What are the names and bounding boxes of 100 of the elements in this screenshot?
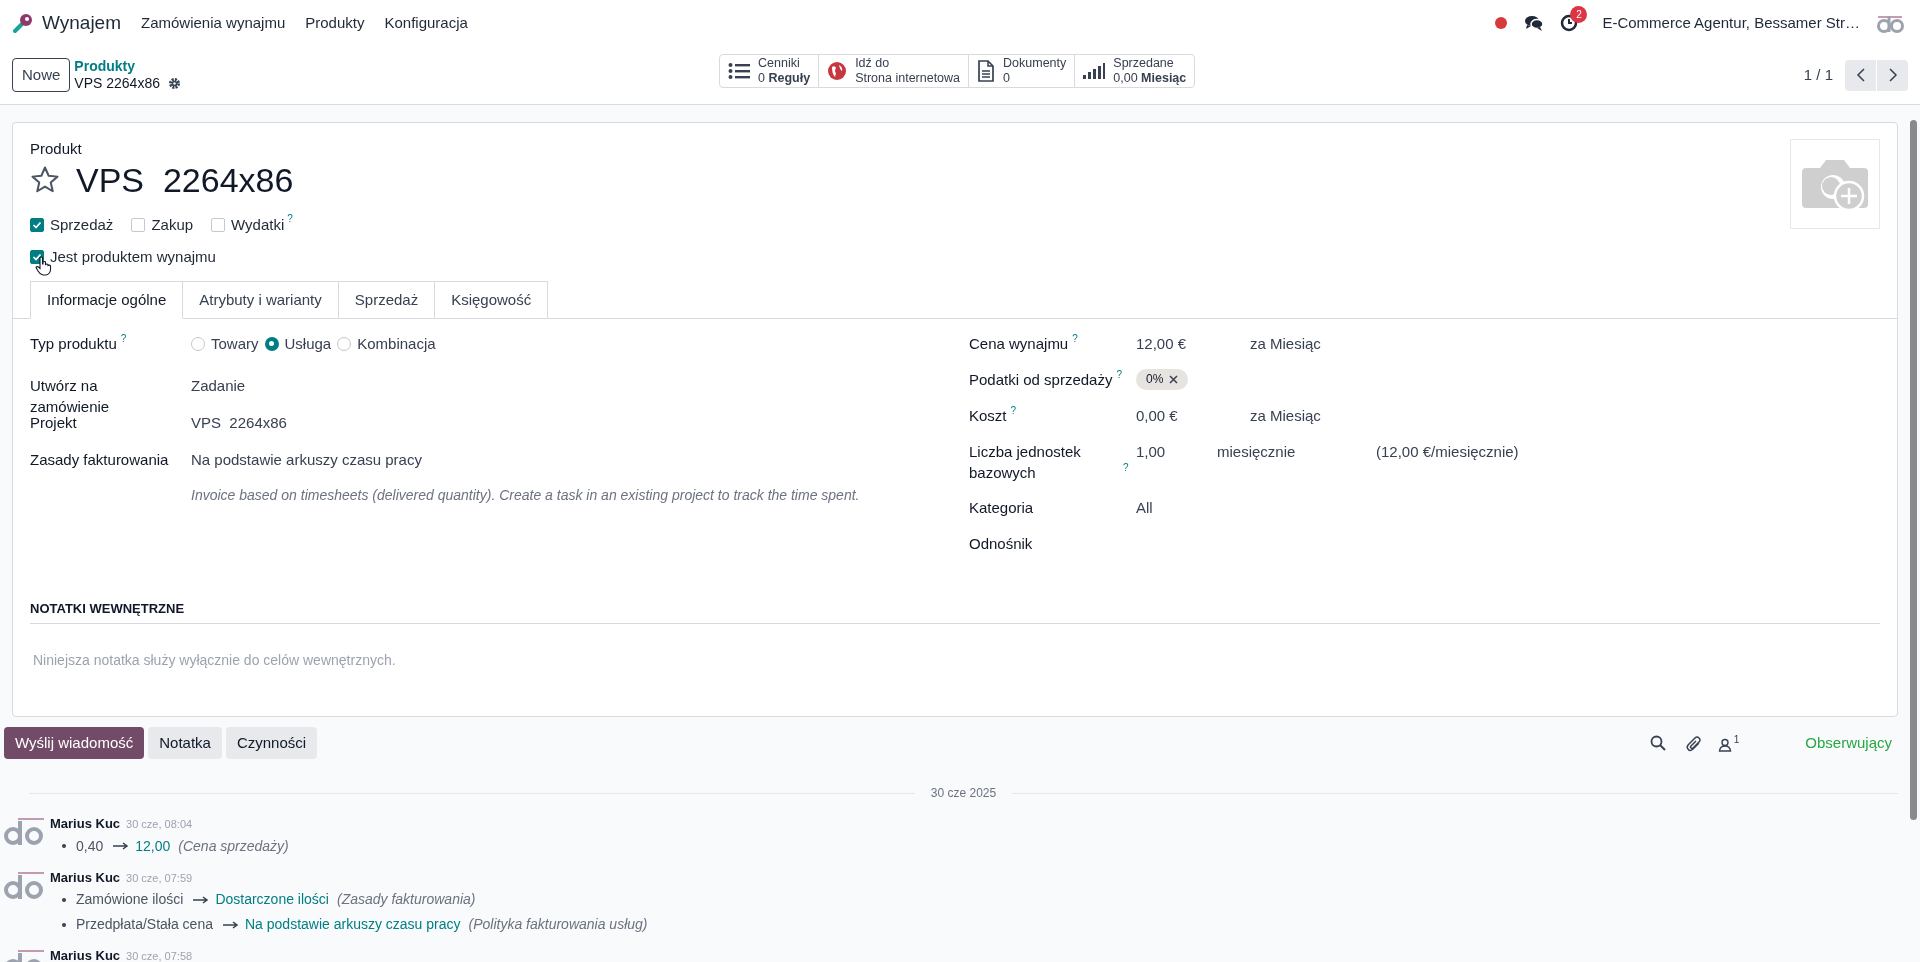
section-title: NOTATKI WEWNĘTRZNE — [30, 599, 1880, 624]
globe-icon — [827, 61, 848, 81]
check-icon — [32, 251, 42, 262]
check-icon — [32, 220, 42, 231]
help-icon[interactable]: ? — [1116, 370, 1122, 380]
field-label: Koszt — [969, 406, 1007, 426]
close-icon[interactable] — [1169, 375, 1179, 384]
date-separator: 30 cze 2025 — [930, 785, 997, 802]
old-value: Przedpłata/Stała cena — [76, 915, 213, 934]
help-icon[interactable]: ? — [1123, 463, 1129, 473]
message-time: 30 cze, 08:04 — [126, 817, 193, 832]
bullet-icon — [62, 922, 66, 927]
field-label: Kategoria — [969, 498, 1034, 518]
field-value: za Miesiąc — [1250, 334, 1321, 354]
field-value[interactable]: 1,00 — [1136, 441, 1217, 462]
help-icon[interactable]: ? — [120, 334, 127, 344]
tab[interactable]: Sprzedaż — [338, 281, 436, 319]
checkbox-label[interactable]: Wydatki — [231, 214, 285, 237]
new-value: Na podstawie arkuszy czasu pracy — [245, 915, 461, 934]
gear-icon[interactable] — [168, 77, 181, 90]
followers-button[interactable]: 1 — [1717, 734, 1740, 752]
new-button[interactable]: Nowe — [12, 58, 71, 92]
chevron-left-icon[interactable] — [1855, 67, 1866, 83]
smart-button[interactable]: Sprzedane 0,00 Miesiąc — [1074, 55, 1195, 87]
bar-chart-icon — [1083, 63, 1106, 79]
chatter-button[interactable]: Notatka — [148, 727, 222, 759]
field-label: Zasady fakturowania — [30, 450, 169, 470]
chevron-right-icon[interactable] — [1887, 67, 1898, 83]
notification-badge: 2 — [1570, 6, 1588, 23]
old-value: 0,40 — [76, 836, 104, 856]
smart-button[interactable]: Idź do Strona internetowa — [818, 55, 969, 87]
checkbox-label[interactable]: Jest produktem wynajmu — [50, 245, 216, 268]
old-value: Zamówione ilości — [76, 890, 184, 909]
checkbox-label[interactable]: Zakup — [151, 214, 194, 237]
help-icon[interactable]: ? — [1010, 406, 1017, 416]
message-time: 30 cze, 07:58 — [126, 949, 193, 962]
product-name[interactable]: VPS 2264x86 — [76, 160, 294, 200]
field-label: Liczba jednostek bazowych — [969, 442, 1082, 483]
chat-icon[interactable] — [1524, 14, 1545, 32]
field-label: Cena wynajmu — [969, 334, 1069, 354]
radio-label[interactable]: Usługa — [284, 333, 332, 354]
bullet-icon — [62, 844, 66, 848]
tab[interactable]: Księgowość — [435, 281, 549, 319]
radio-label[interactable]: Towary — [211, 333, 259, 354]
field-value[interactable]: Na podstawie arkuszy czasu pracy — [191, 449, 422, 470]
message-time: 30 cze, 07:59 — [126, 870, 193, 886]
author-name[interactable]: Marius Kuc — [50, 946, 121, 962]
bullet-icon — [62, 897, 66, 902]
menu-item[interactable]: Konfiguracja — [384, 11, 468, 35]
company-name[interactable]: E-Commerce Agentur, Bessamer Str… — [1602, 11, 1860, 35]
radio-button[interactable] — [264, 336, 279, 351]
menu-item[interactable]: Produkty — [305, 11, 365, 35]
help-icon[interactable]: ? — [287, 214, 293, 224]
checkbox-label[interactable]: Sprzedaż — [50, 214, 114, 237]
star-icon[interactable] — [30, 165, 60, 195]
computed-price: (12,00 €/miesięcznie) — [1376, 442, 1519, 462]
unit-field[interactable]: miesięcznie — [1217, 441, 1376, 462]
field-label: Typ produktu — [30, 334, 117, 354]
chatter-button[interactable]: Czynności — [225, 727, 318, 759]
author-name[interactable]: Marius Kuc — [50, 867, 121, 887]
checkbox[interactable] — [211, 218, 226, 233]
breadcrumb-link[interactable]: Produkty — [74, 58, 181, 75]
checkbox[interactable] — [131, 218, 146, 233]
app-name[interactable]: Wynajem — [42, 8, 121, 38]
field-value[interactable]: Zadanie — [191, 375, 246, 396]
pager-value: 1 / 1 — [1803, 64, 1833, 85]
scrollbar[interactable] — [1910, 120, 1917, 820]
field-name: (Cena sprzedaży) — [178, 836, 289, 856]
author-name[interactable]: Marius Kuc — [50, 814, 121, 834]
chatter-button[interactable]: Wyślij wiadomość — [4, 727, 145, 759]
checkbox[interactable] — [30, 218, 44, 233]
smart-button[interactable]: Cenniki 0 Reguły — [720, 55, 819, 87]
tab[interactable]: Atrybuty i warianty — [183, 281, 339, 319]
field-label: Produkt — [30, 139, 83, 159]
smart-button[interactable]: Dokumenty 0 — [968, 55, 1075, 87]
new-value: 12,00 — [135, 836, 171, 856]
menu-item[interactable]: Zamówienia wynajmu — [141, 11, 286, 35]
field-value[interactable]: 0,00 € — [1136, 405, 1250, 426]
app-logo-icon — [12, 12, 34, 34]
next-button[interactable] — [1877, 59, 1908, 91]
field-name: (Zasady fakturowania) — [337, 890, 476, 909]
tag[interactable]: 0% — [1136, 369, 1189, 390]
search-icon[interactable] — [1649, 735, 1666, 751]
field-value[interactable]: 12,00 € — [1136, 333, 1250, 354]
field-label: Odnośnik — [969, 534, 1033, 554]
tab[interactable]: Informacje ogólne — [30, 281, 184, 319]
field-name: (Polityka fakturowania usług) — [468, 915, 648, 934]
arrow-icon — [223, 920, 239, 929]
help-icon[interactable]: ? — [1072, 334, 1078, 344]
person-icon — [1717, 737, 1732, 752]
field-value[interactable]: VPS 2264x86 — [191, 412, 287, 433]
list-icon — [728, 62, 750, 80]
document-icon — [977, 60, 996, 82]
paperclip-icon[interactable] — [1685, 734, 1702, 752]
field-value: za Miesiąc — [1250, 406, 1321, 426]
field-value[interactable]: All — [1136, 497, 1250, 518]
new-value: Dostarczone ilości — [215, 890, 329, 909]
arrow-icon — [193, 895, 210, 904]
radio-label[interactable]: Kombinacja — [357, 333, 436, 354]
record-dot-icon[interactable] — [1494, 16, 1509, 30]
